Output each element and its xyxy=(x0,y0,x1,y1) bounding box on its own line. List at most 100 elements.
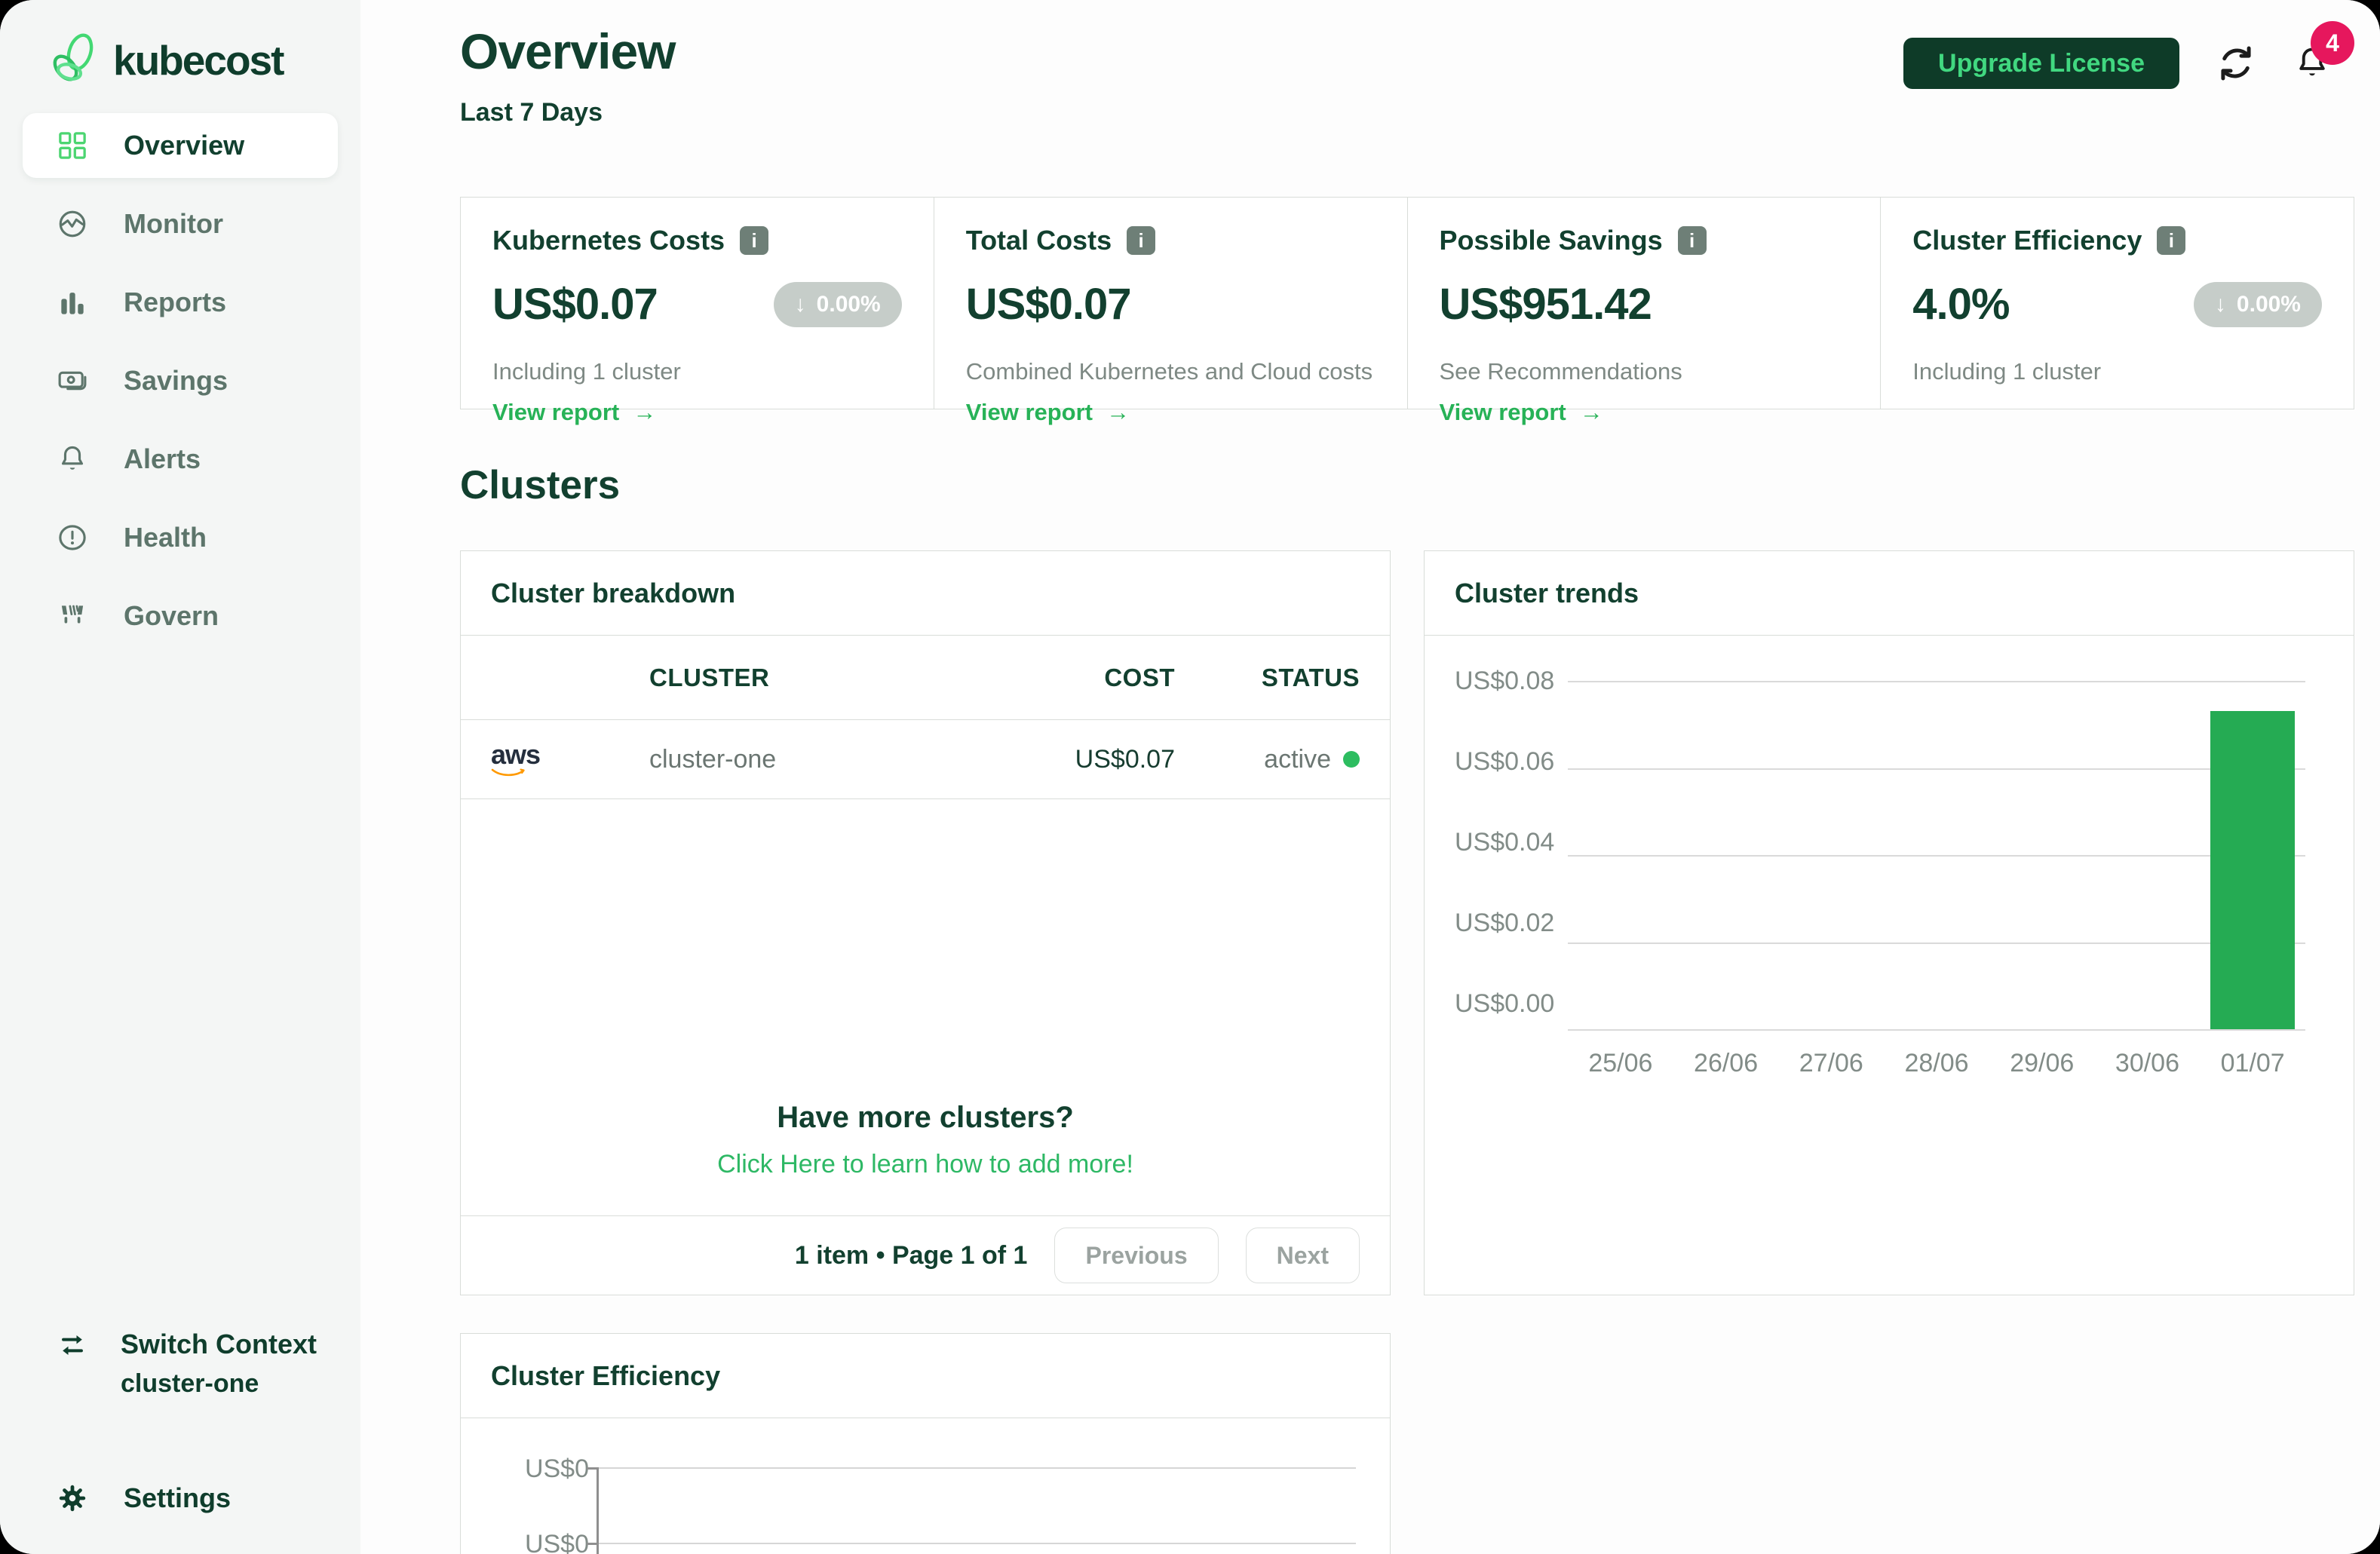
y-axis-line xyxy=(597,1467,599,1554)
panel-title: Cluster Efficiency xyxy=(461,1334,1390,1418)
view-report-link[interactable]: View report → xyxy=(492,399,902,426)
sidebar-item-overview[interactable]: Overview xyxy=(23,113,338,178)
summary-cards: Kubernetes Costs i US$0.07 ↓ 0.00% Inclu… xyxy=(460,197,2354,409)
add-clusters-link[interactable]: Click Here to learn how to add more! xyxy=(717,1150,1133,1179)
sidebar-item-label: Monitor xyxy=(124,208,223,240)
sidebar-item-govern[interactable]: Govern xyxy=(23,584,338,648)
gridline xyxy=(597,1467,1356,1469)
brand-name: kubecost xyxy=(113,36,283,84)
gridline xyxy=(597,1543,1356,1544)
bell-icon xyxy=(56,443,89,476)
info-icon[interactable]: i xyxy=(1127,226,1155,255)
previous-page-button[interactable]: Previous xyxy=(1054,1228,1218,1283)
status-active-dot xyxy=(1343,751,1360,768)
plot-area xyxy=(1568,681,2305,1029)
info-icon[interactable]: i xyxy=(740,226,768,255)
cluster-name: cluster-one xyxy=(649,745,994,774)
x-axis-labels: 25/0626/0627/0628/0629/0630/0601/07 xyxy=(1568,1049,2305,1078)
notifications-button[interactable]: 4 xyxy=(2293,44,2332,83)
clusters-heading: Clusters xyxy=(460,462,2354,508)
card-title: Possible Savings xyxy=(1440,225,1663,256)
page-header: Overview Last 7 Days Upgrade License xyxy=(460,23,2354,127)
info-icon[interactable]: i xyxy=(2157,226,2185,255)
brand-logo[interactable]: kubecost xyxy=(0,27,360,93)
banknote-icon xyxy=(56,364,89,397)
cluster-status: active xyxy=(1175,745,1360,774)
clusters-grid: Cluster breakdown CLUSTER COST STATUS aw… xyxy=(460,550,2354,1295)
more-clusters-prompt: Have more clusters? Click Here to learn … xyxy=(461,799,1390,1215)
sidebar-item-alerts[interactable]: Alerts xyxy=(23,427,338,492)
axis-tick xyxy=(587,1543,597,1545)
sidebar-bottom: Switch Context cluster-one xyxy=(0,1329,360,1515)
delta-badge: ↓ 0.00% xyxy=(2194,282,2322,327)
view-report-link[interactable]: View report → xyxy=(1440,399,1849,426)
grid-icon xyxy=(56,129,89,162)
card-subtitle: Including 1 cluster xyxy=(492,358,902,385)
main-content: Overview Last 7 Days Upgrade License xyxy=(360,0,2380,1554)
sidebar-nav: Overview Monitor Reports xyxy=(0,113,360,662)
arrow-right-icon: → xyxy=(1580,399,1603,426)
delta-badge: ↓ 0.00% xyxy=(774,282,902,327)
view-report-label: View report xyxy=(966,399,1093,426)
more-clusters-title: Have more clusters? xyxy=(777,1101,1074,1135)
column-cost: COST xyxy=(994,664,1175,692)
cluster-breakdown-panel: Cluster breakdown CLUSTER COST STATUS aw… xyxy=(460,550,1391,1295)
card-value: US$951.42 xyxy=(1440,279,1652,329)
sidebar-item-label: Savings xyxy=(124,365,228,397)
trend-bars xyxy=(1568,681,2305,1029)
view-report-label: View report xyxy=(1440,399,1566,426)
upgrade-license-button[interactable]: Upgrade License xyxy=(1903,38,2179,89)
cluster-efficiency-chart: US$0 US$0 xyxy=(461,1418,1390,1554)
switch-context-label: Switch Context xyxy=(121,1329,317,1360)
gridline xyxy=(1568,1029,2305,1031)
card-kubernetes-costs: Kubernetes Costs i US$0.07 ↓ 0.00% Inclu… xyxy=(461,198,934,409)
view-report-label: View report xyxy=(492,399,619,426)
y-axis-label: US$0 xyxy=(506,1530,589,1554)
pagination-summary: 1 item • Page 1 of 1 xyxy=(795,1241,1028,1270)
sidebar-item-label: Reports xyxy=(124,287,226,318)
cluster-trends-chart: US$0.08US$0.06US$0.04US$0.02US$0.00 25/0… xyxy=(1425,636,2354,1078)
column-status: STATUS xyxy=(1175,664,1360,692)
card-possible-savings: Possible Savings i US$951.42 See Recomme… xyxy=(1408,198,1882,409)
exclamation-circle-icon xyxy=(56,521,89,554)
next-page-button[interactable]: Next xyxy=(1246,1228,1360,1283)
arrow-down-icon: ↓ xyxy=(2215,292,2226,317)
sidebar-item-monitor[interactable]: Monitor xyxy=(23,192,338,256)
refresh-icon xyxy=(2216,43,2256,84)
card-subtitle: Including 1 cluster xyxy=(1912,358,2322,385)
sidebar: kubecost Overview Monitor xyxy=(0,0,360,1554)
monitor-pulse-icon xyxy=(56,207,89,241)
delta-value: 0.00% xyxy=(817,292,881,317)
date-range-label: Last 7 Days xyxy=(460,98,676,127)
info-icon[interactable]: i xyxy=(1678,226,1707,255)
sidebar-item-reports[interactable]: Reports xyxy=(23,270,338,335)
kubecost-logo-icon xyxy=(48,32,98,88)
card-total-costs: Total Costs i US$0.07 Combined Kubernete… xyxy=(934,198,1408,409)
refresh-button[interactable] xyxy=(2216,43,2256,84)
cluster-efficiency-panel: Cluster Efficiency US$0 US$0 xyxy=(460,1333,1391,1554)
table-row[interactable]: aws cluster-one US$0.07 active xyxy=(461,720,1390,799)
cluster-cost: US$0.07 xyxy=(994,745,1175,774)
app-window: kubecost Overview Monitor xyxy=(0,0,2380,1554)
switch-context-button[interactable]: Switch Context cluster-one xyxy=(56,1329,330,1399)
pagination: 1 item • Page 1 of 1 Previous Next xyxy=(461,1215,1390,1295)
axis-tick xyxy=(587,1467,597,1470)
settings-button[interactable]: Settings xyxy=(56,1482,330,1515)
view-report-link[interactable]: View report → xyxy=(966,399,1376,426)
delta-value: 0.00% xyxy=(2237,292,2301,317)
bottom-row: Cluster Efficiency US$0 US$0 xyxy=(460,1333,2354,1554)
card-value: US$0.07 xyxy=(966,279,1131,329)
y-axis-label: US$0 xyxy=(506,1454,589,1484)
panel-title: Cluster trends xyxy=(1425,551,2354,636)
current-context: cluster-one xyxy=(121,1369,317,1399)
card-value: US$0.07 xyxy=(492,279,658,329)
card-subtitle: See Recommendations xyxy=(1440,358,1849,385)
sidebar-item-health[interactable]: Health xyxy=(23,505,338,570)
status-label: active xyxy=(1264,745,1331,774)
bar-chart-icon xyxy=(56,286,89,319)
sidebar-item-label: Alerts xyxy=(124,443,201,475)
aws-smile-icon xyxy=(491,768,526,778)
bottom-spacer xyxy=(1424,1333,2354,1554)
sidebar-item-savings[interactable]: Savings xyxy=(23,348,338,413)
gear-icon xyxy=(56,1482,89,1515)
